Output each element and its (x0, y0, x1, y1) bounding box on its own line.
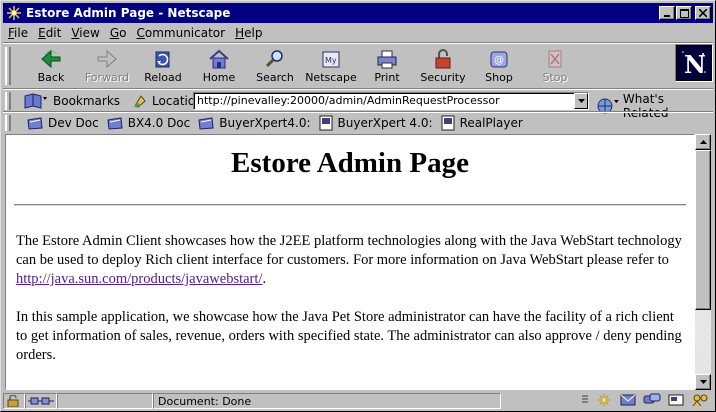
mail-component-button[interactable] (619, 393, 637, 407)
bookmark-bx40-doc[interactable]: BX4.0 Doc (107, 116, 190, 130)
home-button[interactable]: Home (191, 47, 247, 87)
search-button[interactable]: Search (247, 47, 303, 87)
page-content: Estore Admin Page The Estore Admin Clien… (5, 134, 695, 390)
page-proxy-icon[interactable] (132, 93, 148, 109)
print-button[interactable]: Print (359, 47, 415, 87)
svg-text:N: N (684, 50, 706, 79)
description-paragraph: In this sample application, we showcase … (16, 309, 682, 363)
toolbar-grip[interactable] (5, 92, 11, 110)
bookmark-folder-icon (198, 117, 214, 130)
browser-window: Estore Admin Page - Netscape File Edit V… (0, 0, 716, 412)
grip-icon (582, 395, 588, 403)
netscape-button[interactable]: My Netscape (303, 47, 359, 87)
netscape-n-icon: N (677, 46, 711, 80)
window-title: Estore Admin Page - Netscape (26, 6, 231, 20)
discussions-component-button[interactable] (643, 393, 661, 407)
title-bar: Estore Admin Page - Netscape (3, 3, 713, 23)
connection-plug-icon (28, 397, 54, 405)
maximize-button[interactable] (676, 6, 692, 20)
status-bar: Document: Done (3, 392, 713, 410)
close-icon (699, 9, 707, 17)
url-input[interactable]: http://pinevalley:20000/admin/AdminReque… (193, 92, 589, 110)
forward-arrow-icon (97, 49, 117, 69)
stop-button[interactable]: Stop (527, 47, 583, 87)
component-bar (575, 393, 709, 407)
menu-file[interactable]: File (3, 26, 33, 40)
security-button[interactable]: Security (415, 47, 471, 87)
menu-edit[interactable]: Edit (33, 26, 66, 40)
bookmarks-icon (24, 93, 47, 109)
svg-text:My: My (325, 56, 337, 65)
page-heading: Estore Admin Page (231, 147, 469, 179)
shop-button[interactable]: @ Shop (471, 47, 527, 87)
bookmark-page-icon (319, 115, 332, 131)
navigator-component-button[interactable] (595, 393, 613, 407)
mail-icon (620, 394, 636, 406)
netscape-logo[interactable]: N (675, 44, 713, 82)
arrow-up-icon (699, 140, 707, 144)
svg-text:@: @ (494, 55, 504, 66)
composer-component-button[interactable] (667, 393, 685, 407)
bookmark-buyerxpert40-folder[interactable]: BuyerXpert4.0: (198, 116, 311, 130)
navigator-wheel-icon (598, 394, 610, 406)
bookmark-realplayer[interactable]: RealPlayer (441, 115, 523, 131)
scroll-down-button[interactable] (695, 374, 711, 390)
forward-button[interactable]: Forward (79, 47, 135, 87)
status-text: Document: Done (153, 393, 501, 409)
menu-view[interactable]: View (66, 26, 104, 40)
home-icon (209, 49, 229, 69)
bookmark-buyerxpert-40-page[interactable]: BuyerXpert 4.0: (319, 115, 433, 131)
chevron-down-icon (577, 99, 585, 103)
padlock-icon (435, 49, 451, 69)
instant-messenger-icon (692, 394, 708, 407)
security-status[interactable] (3, 393, 25, 409)
search-icon (265, 50, 283, 68)
toolbar-grip[interactable] (5, 115, 11, 131)
bookmark-folder-icon (27, 117, 43, 130)
close-button[interactable] (695, 6, 711, 20)
aim-component-button[interactable] (691, 393, 709, 407)
vertical-scrollbar[interactable] (695, 134, 711, 390)
bookmark-dev-doc[interactable]: Dev Doc (27, 116, 99, 130)
scroll-thumb[interactable] (695, 150, 711, 310)
print-icon (377, 50, 397, 69)
bookmarks-button[interactable]: Bookmarks (23, 92, 120, 110)
online-status[interactable] (25, 393, 57, 409)
reload-button[interactable]: Reload (135, 47, 191, 87)
toolbar-grip[interactable] (5, 47, 11, 85)
discussions-icon (643, 393, 661, 404)
bookmark-folder-icon (107, 117, 123, 130)
intro-paragraph: The Estore Admin Client showcases how th… (16, 233, 682, 287)
composer-icon (668, 394, 684, 406)
menu-communicator[interactable]: Communicator (131, 26, 230, 40)
component-bar-grip[interactable] (581, 394, 589, 406)
progress-meter (57, 393, 153, 409)
arrow-down-icon (699, 380, 707, 384)
horizontal-rule (14, 204, 686, 206)
javawebstart-link[interactable]: http://java.sun.com/products/javawebstar… (16, 271, 262, 287)
personal-toolbar: Dev Doc BX4.0 Doc BuyerXpert4.0: BuyerXp… (3, 113, 713, 133)
bookmark-page-icon (441, 115, 455, 131)
scroll-up-button[interactable] (695, 134, 711, 150)
menu-go[interactable]: Go (105, 26, 132, 40)
security-lock-icon (7, 395, 19, 407)
stop-icon (548, 50, 562, 68)
netscape-app-icon (7, 6, 21, 20)
back-button[interactable]: Back (23, 47, 79, 87)
menu-bar: File Edit View Go Communicator Help (3, 24, 267, 42)
url-dropdown-button[interactable] (574, 93, 588, 109)
back-arrow-icon (41, 49, 61, 69)
shop-icon: @ (490, 51, 508, 68)
reload-icon (155, 51, 170, 68)
navigation-toolbar: Back Forward Reload Home Search My Netsc… (3, 44, 713, 88)
menu-help[interactable]: Help (230, 26, 267, 40)
minimize-icon (664, 15, 670, 17)
netscape-my-icon: My (322, 51, 340, 68)
maximize-icon (679, 8, 689, 18)
location-toolbar: Bookmarks Location: http://pinevalley:20… (3, 90, 713, 120)
minimize-button[interactable] (659, 6, 675, 20)
